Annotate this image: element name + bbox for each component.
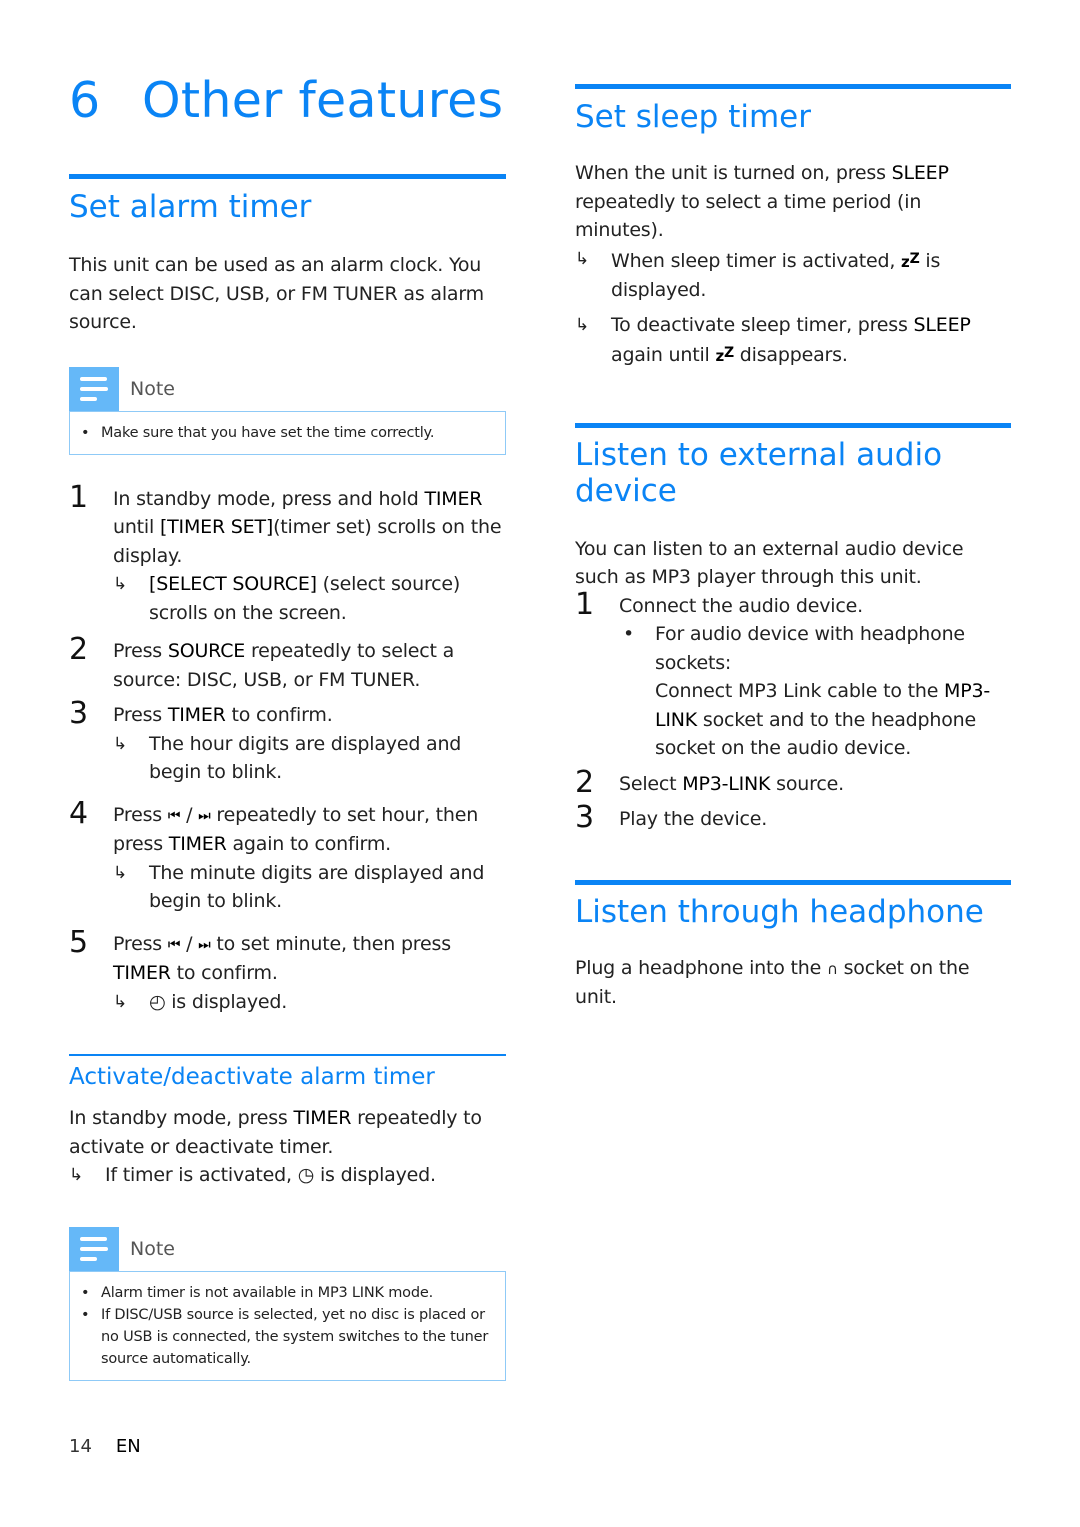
external-step-2: 2 Select MP3-LINK source. xyxy=(575,764,844,800)
page-number: 14 xyxy=(69,1436,92,1457)
step-result: ↳ ◴ is displayed. xyxy=(113,988,506,1017)
alarm-intro: This unit can be used as an alarm clock.… xyxy=(69,254,484,333)
previous-icon: ⏮ xyxy=(167,936,181,953)
sleep-result-1: ↳ When sleep timer is activated, zZ is d… xyxy=(575,245,1011,305)
arrow-icon: ↳ xyxy=(113,574,128,594)
headphone-text: Plug a headphone into the ∩ socket on th… xyxy=(575,956,970,1009)
note-header: Note xyxy=(69,1226,506,1271)
section-heading-sleep: Set sleep timer xyxy=(575,99,811,135)
sleep-result-2: ↳ To deactivate sleep timer, press SLEEP… xyxy=(575,311,1011,371)
step-number: 4 xyxy=(69,795,88,831)
clock-icon: ◴ xyxy=(149,990,166,1013)
next-icon: ⏭ xyxy=(198,807,211,824)
step-5: 5 Press ⏮ / ⏭ to set minute, then press … xyxy=(69,925,506,1017)
step-number: 1 xyxy=(69,479,88,515)
right-column: Set sleep timer When the unit is turned … xyxy=(575,0,1011,1012)
note-header: Note xyxy=(69,366,506,411)
next-icon: ⏭ xyxy=(198,936,211,953)
step-number: 2 xyxy=(575,764,594,800)
step-2: 2 Press SOURCE repeatedly to select a so… xyxy=(69,632,455,691)
note-box: Alarm timer is not available in MP3 LINK… xyxy=(69,1270,506,1381)
previous-icon: ⏮ xyxy=(167,807,181,824)
sleep-icon: zZ xyxy=(715,345,734,365)
page-footer: 14 EN xyxy=(69,1436,141,1457)
sleep-text: When the unit is turned on, press SLEEP … xyxy=(575,162,949,241)
external-step-3: 3 Play the device. xyxy=(575,800,768,835)
step-number: 1 xyxy=(575,586,594,622)
step-number: 3 xyxy=(575,800,594,835)
section-rule xyxy=(575,422,1011,428)
bullet-icon: • xyxy=(623,623,635,645)
note-activate: Note Alarm timer is not available in MP3… xyxy=(69,1226,506,1381)
note-label: Note xyxy=(130,377,175,400)
section-rule xyxy=(575,84,1011,89)
section-heading-headphone: Listen through headphone xyxy=(575,893,984,930)
headphone-icon: ∩ xyxy=(826,959,838,978)
step-number: 5 xyxy=(69,924,88,960)
step-3: 3 Press TIMER to confirm. ↳ The hour dig… xyxy=(69,697,506,787)
note-icon xyxy=(69,1226,119,1271)
step-result: ↳ The minute digits are displayed and be… xyxy=(113,859,506,916)
language-code: EN xyxy=(115,1436,141,1457)
section-heading-external: Listen to external audio device xyxy=(575,436,943,509)
note-item: If DISC/USB source is selected, yet no d… xyxy=(81,1304,493,1370)
note-item: Alarm timer is not available in MP3 LINK… xyxy=(81,1282,493,1304)
step-number: 3 xyxy=(69,696,88,731)
step-number: 2 xyxy=(69,632,88,667)
section-heading-alarm: Set alarm timer xyxy=(69,189,312,225)
timer-icon: ◷ xyxy=(297,1164,315,1186)
note-icon xyxy=(69,366,119,411)
section-rule xyxy=(575,879,1011,885)
note-box: Make sure that you have set the time cor… xyxy=(69,410,506,455)
note-label: Note xyxy=(130,1237,175,1260)
step-4: 4 Press ⏮ / ⏭ repeatedly to set hour, th… xyxy=(69,796,506,916)
left-column: Set alarm timer This unit can be used as… xyxy=(69,0,506,1381)
external-step-1: 1 Connect the audio device. • For audio … xyxy=(575,587,1011,763)
activate-result: ↳ If timer is activated, ◷ is displayed. xyxy=(69,1161,506,1190)
step-result: ↳ [SELECT SOURCE] (select source) scroll… xyxy=(113,570,506,627)
arrow-icon: ↳ xyxy=(575,248,590,269)
external-bullet: • For audio device with headphone socket… xyxy=(619,620,1011,763)
arrow-icon: ↳ xyxy=(113,991,128,1012)
section-rule xyxy=(69,174,506,179)
note-item: Make sure that you have set the time cor… xyxy=(81,422,493,444)
arrow-icon: ↳ xyxy=(575,314,590,335)
step-1: 1 In standby mode, press and hold TIMER … xyxy=(69,480,506,628)
activate-text: In standby mode, press TIMER repeatedly … xyxy=(69,1107,482,1158)
arrow-icon: ↳ xyxy=(113,733,128,754)
arrow-icon: ↳ xyxy=(113,862,128,883)
subsection-rule xyxy=(69,1054,506,1056)
step-result: ↳ The hour digits are displayed and begi… xyxy=(113,730,506,787)
subsection-heading-activate: Activate/deactivate alarm timer xyxy=(69,1064,435,1090)
alarm-steps: 1 In standby mode, press and hold TIMER … xyxy=(69,480,506,1017)
arrow-icon: ↳ xyxy=(69,1165,84,1185)
sleep-icon: zZ xyxy=(901,250,920,271)
external-intro: You can listen to an external audio devi… xyxy=(575,537,964,589)
note-alarm: Note Make sure that you have set the tim… xyxy=(69,366,506,455)
